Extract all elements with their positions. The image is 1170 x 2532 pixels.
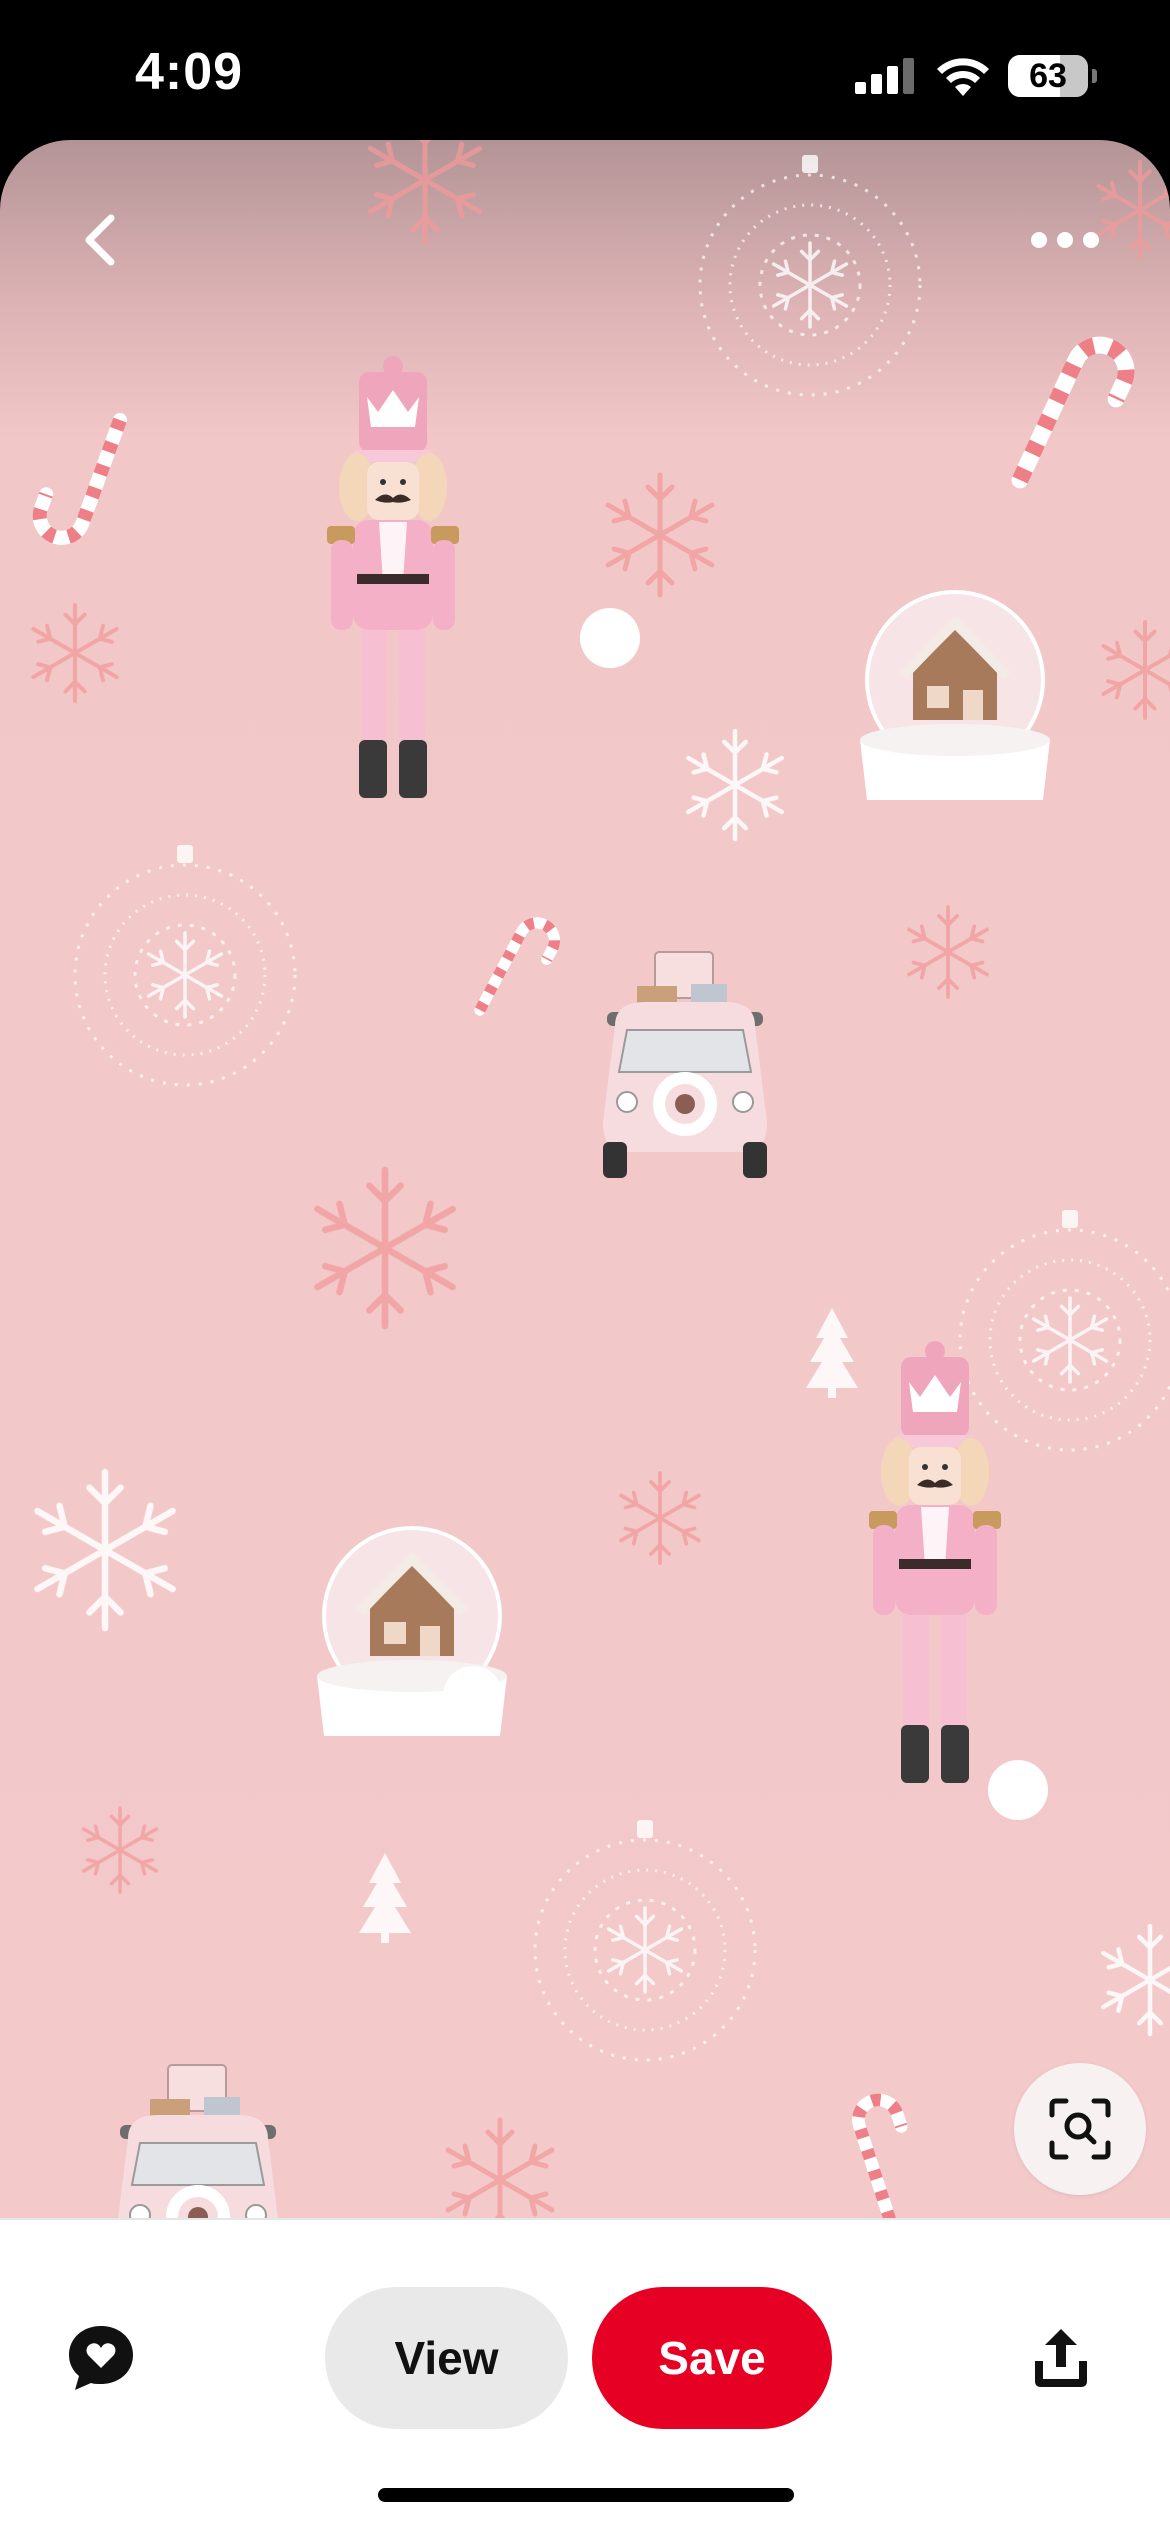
share-button[interactable]	[1020, 2317, 1102, 2399]
chat-heart-icon	[69, 2326, 133, 2390]
back-button[interactable]	[55, 195, 145, 285]
share-icon	[1035, 2329, 1087, 2387]
visual-search-button[interactable]	[1014, 2063, 1146, 2195]
chevron-left-icon	[85, 214, 115, 266]
wifi-icon	[935, 52, 991, 96]
save-button[interactable]: Save	[592, 2287, 832, 2429]
status-time: 4:09	[135, 43, 244, 101]
pin-illustration	[0, 140, 1170, 2218]
visual-search-icon	[1049, 2098, 1111, 2160]
more-options-button[interactable]	[1020, 195, 1110, 285]
status-bar: 4:09 63	[0, 0, 1170, 150]
ellipsis-icon	[1031, 232, 1099, 248]
pin-image[interactable]: kaleenadenise	[0, 140, 1170, 2218]
pin-action-bar: View Save	[0, 2218, 1170, 2532]
home-indicator[interactable]	[378, 2488, 794, 2502]
view-button[interactable]: View	[325, 2287, 568, 2429]
signal-icon	[855, 58, 915, 94]
battery-level: 63	[1029, 57, 1067, 95]
battery-icon: 63	[1008, 55, 1097, 97]
comment-button[interactable]	[60, 2317, 142, 2399]
